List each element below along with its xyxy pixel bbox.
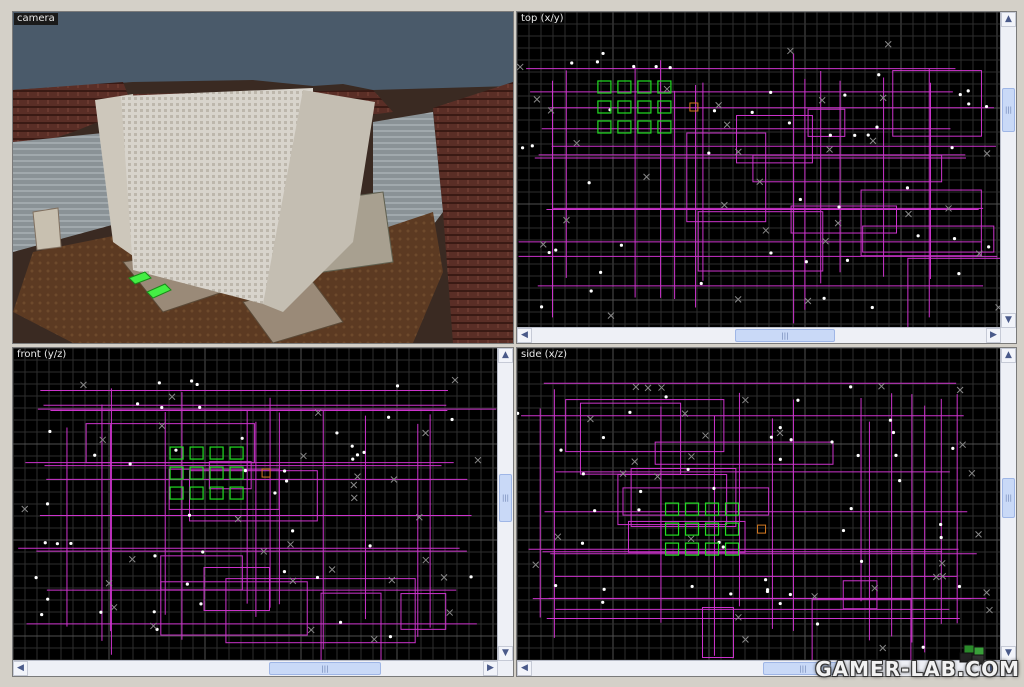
side-viewport-label: side (x/z) (521, 349, 568, 360)
top-horizontal-scrollbar[interactable]: ◀ ||| ▶ (517, 327, 1001, 343)
camera-scene (13, 12, 513, 343)
top-viewport[interactable]: top (x/y) ▲ ||| ▼ ◀ ||| ▶ (516, 11, 1017, 344)
front-scroll-right-button[interactable]: ▶ (483, 661, 498, 676)
side-scroll-left-button[interactable]: ◀ (517, 661, 532, 676)
top-scroll-left-button[interactable]: ◀ (517, 328, 532, 343)
front-viewport-label: front (y/z) (17, 349, 67, 360)
front-vertical-scrollbar[interactable]: ▲ ||| ▼ (497, 348, 513, 661)
front-scroll-down-button[interactable]: ▼ (498, 646, 513, 661)
top-grid (517, 12, 1001, 328)
front-viewport[interactable]: front (y/z) ▲ ||| ▼ ◀ ||| ▶ (12, 347, 514, 677)
top-scroll-down-button[interactable]: ▼ (1001, 313, 1016, 328)
side-vscroll-grip: ||| (1004, 494, 1013, 502)
top-vertical-scrollbar[interactable]: ▲ ||| ▼ (1000, 12, 1016, 328)
side-viewport[interactable]: side (x/z) ▲ ||| ▼ ◀ ||| ▶ (516, 347, 1017, 677)
top-hscroll-thumb[interactable]: ||| (735, 329, 835, 342)
side-vertical-scrollbar[interactable]: ▲ ||| ▼ (1000, 348, 1016, 661)
front-horizontal-scrollbar[interactable]: ◀ ||| ▶ (13, 660, 498, 676)
front-grid (13, 348, 498, 661)
front-scroll-up-button[interactable]: ▲ (498, 348, 513, 363)
front-scroll-corner (498, 661, 513, 676)
side-grid (517, 348, 1001, 661)
front-vscroll-thumb[interactable]: ||| (499, 474, 512, 522)
front-hscroll-thumb[interactable]: ||| (269, 662, 381, 675)
front-vscroll-grip: ||| (501, 494, 510, 502)
camera-viewport[interactable]: camera (12, 11, 514, 344)
side-scroll-up-button[interactable]: ▲ (1001, 348, 1016, 363)
camera-viewport-label: camera (14, 13, 58, 25)
front-hscroll-grip: ||| (321, 664, 329, 673)
top-scroll-corner (1001, 328, 1016, 343)
top-hscroll-grip: ||| (781, 331, 789, 340)
top-vscroll-grip: ||| (1004, 106, 1013, 114)
watermark: GAMER-LAB.COM (815, 657, 1020, 681)
top-viewport-label: top (x/y) (521, 13, 564, 24)
top-scroll-right-button[interactable]: ▶ (986, 328, 1001, 343)
top-scroll-up-button[interactable]: ▲ (1001, 12, 1016, 27)
small-block (32, 207, 62, 251)
side-vscroll-thumb[interactable]: ||| (1002, 478, 1015, 518)
front-scroll-left-button[interactable]: ◀ (13, 661, 28, 676)
top-vscroll-thumb[interactable]: ||| (1002, 88, 1015, 132)
